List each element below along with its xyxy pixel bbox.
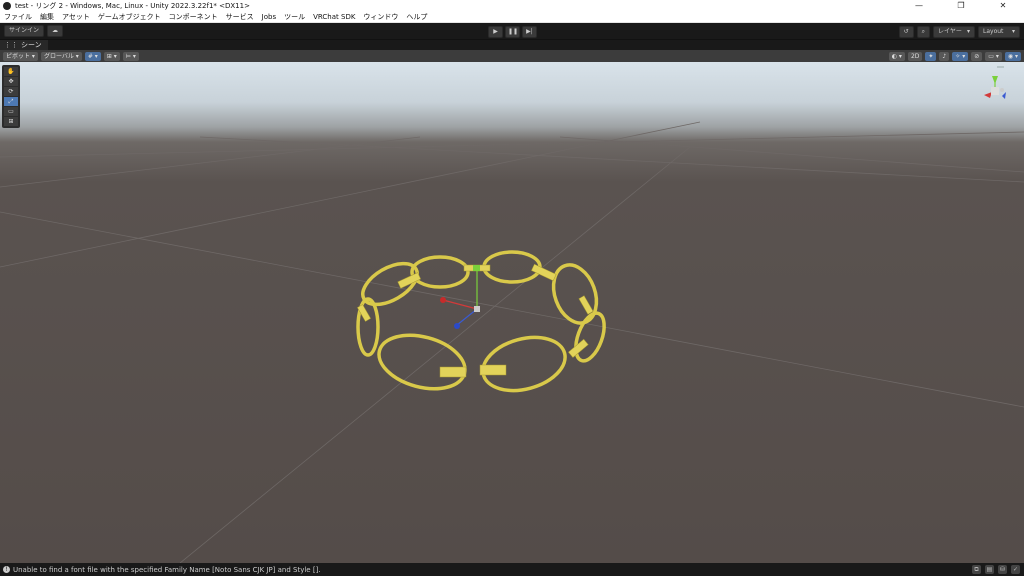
grid-snap-button[interactable]: # ▾ (84, 51, 101, 61)
menu-jobs[interactable]: Jobs (262, 13, 276, 21)
progress-icon[interactable]: ⧉ (972, 565, 981, 574)
scene-canvas[interactable] (0, 62, 1024, 563)
chevron-down-icon: ▾ (1011, 28, 1015, 35)
play-icon: ▶ (493, 28, 498, 35)
orientation-gizmo[interactable] (984, 66, 1006, 99)
window-title: test - リング 2 - Windows, Mac, Linux - Uni… (15, 2, 250, 10)
visibility-toggle[interactable]: ⊘ (971, 51, 983, 61)
scene-toolbar-right: ◐ ▾ 2D ✦ ♪ ✧ ▾ ⊘ ▭ ▾ ◉ ▾ (886, 51, 1024, 61)
menu-tools[interactable]: ツール (284, 12, 305, 22)
window-controls: — ❐ ✕ (898, 0, 1024, 12)
toggle-2d-button[interactable]: 2D (907, 51, 923, 61)
scale-icon: ⤢ (8, 98, 14, 105)
pivot-label: ピボット (6, 52, 31, 60)
move-icon: ✥ (8, 78, 14, 85)
audio-toggle[interactable]: ♪ (939, 51, 950, 61)
move-tool-button[interactable]: ✥ (4, 77, 18, 86)
play-button[interactable]: ▶ (488, 26, 503, 38)
menu-component[interactable]: コンポーネント (169, 12, 218, 22)
chain-ring-model[interactable] (356, 250, 610, 399)
scene-viewport[interactable]: ✋ ✥ ⟳ ⤢ ▭ ⊞ (0, 62, 1024, 563)
status-bar: ! Unable to find a font file with the sp… (0, 563, 1024, 576)
rotate-tool-button[interactable]: ⟳ (4, 87, 18, 96)
history-icon: ↺ (903, 28, 909, 35)
main-toolbar: サインイン ☁ ▶ ❚❚ ▶| ↺ ⌕ レイヤー ▾ Layout ▾ (0, 23, 1024, 39)
snap-icon: ⊞ (106, 52, 112, 60)
transform-icon: ⊞ (8, 118, 14, 125)
step-button[interactable]: ▶| (522, 26, 537, 38)
scene-toolbar: ピボット ▾ グローバル ▾ # ▾ ⊞ ▾ ⊨ ▾ ◐ ▾ 2D ✦ ♪ ✧ … (0, 50, 1024, 62)
status-icons: ⧉ ▤ ⛁ ✓ (968, 565, 1024, 574)
minimize-button[interactable]: — (898, 0, 940, 12)
check-icon[interactable]: ✓ (1011, 565, 1020, 574)
menu-window[interactable]: ウィンドウ (363, 12, 398, 22)
camera-dropdown[interactable]: ▭ ▾ (985, 51, 1002, 61)
scene-tools-panel: ✋ ✥ ⟳ ⤢ ▭ ⊞ (2, 65, 20, 128)
hand-tool-button[interactable]: ✋ (4, 67, 18, 76)
gizmos-icon: ◉ (1007, 52, 1014, 60)
hand-icon: ✋ (7, 68, 15, 75)
play-controls: ▶ ❚❚ ▶| (488, 26, 539, 38)
close-button[interactable]: ✕ (982, 0, 1024, 12)
global-dropdown[interactable]: グローバル ▾ (40, 51, 82, 61)
chain-bars (357, 263, 594, 378)
snap-increment-button[interactable]: ⊞ ▾ (103, 51, 120, 61)
cloud-button[interactable]: ☁ (47, 25, 64, 37)
light-bulb-icon: ✦ (928, 52, 934, 60)
scene-tab-bar: ⋮⋮ シーン (0, 39, 1024, 51)
scene-tab-label: シーン (21, 41, 42, 49)
rect-icon: ▭ (8, 108, 14, 115)
history-button[interactable]: ↺ (898, 26, 914, 38)
ruler-icon: ⊨ (125, 52, 131, 60)
gizmos-dropdown[interactable]: ◉ ▾ (1004, 51, 1021, 61)
title-bar: test - リング 2 - Windows, Mac, Linux - Uni… (0, 0, 1024, 12)
chevron-down-icon: ▾ (966, 28, 970, 35)
console-icon[interactable]: ▤ (985, 565, 994, 574)
search-button[interactable]: ⌕ (916, 26, 930, 38)
eye-off-icon: ⊘ (974, 52, 980, 60)
menu-gameobject[interactable]: ゲームオブジェクト (98, 12, 161, 22)
menu-edit[interactable]: 編集 (40, 12, 54, 22)
status-message[interactable]: Unable to find a font file with the spec… (13, 566, 321, 574)
layout-dropdown[interactable]: Layout ▾ (978, 26, 1020, 38)
warning-icon: ! (3, 566, 10, 573)
scene-icon: ⋮⋮ (4, 41, 18, 49)
layout-label: Layout (983, 28, 1004, 35)
cache-icon[interactable]: ⛁ (998, 565, 1007, 574)
search-icon: ⌕ (921, 28, 925, 35)
tab-scene[interactable]: ⋮⋮ シーン (0, 39, 48, 51)
maximize-button[interactable]: ❐ (940, 0, 982, 12)
effects-icon: ✧ (955, 52, 961, 60)
transform-tool-button[interactable]: ⊞ (4, 117, 18, 126)
global-label: グローバル (43, 52, 74, 60)
camera-icon: ▭ (988, 52, 994, 60)
effects-dropdown[interactable]: ✧ ▾ (952, 51, 969, 61)
unity-logo-icon (3, 2, 11, 10)
menu-services[interactable]: サービス (226, 12, 254, 22)
scale-tool-button[interactable]: ⤢ (4, 97, 18, 106)
shading-icon: ◐ (891, 52, 898, 60)
lighting-toggle[interactable]: ✦ (925, 51, 937, 61)
toolbar-right: ↺ ⌕ レイヤー ▾ Layout ▾ (896, 26, 1020, 38)
grid-icon: # (87, 52, 93, 60)
pivot-dropdown[interactable]: ピボット ▾ (3, 51, 38, 61)
layers-dropdown[interactable]: レイヤー ▾ (933, 26, 975, 38)
layers-label: レイヤー (938, 28, 962, 35)
menu-help[interactable]: ヘルプ (406, 12, 427, 22)
menu-bar: ファイル 編集 アセット ゲームオブジェクト コンポーネント サービス Jobs… (0, 12, 1024, 23)
cloud-icon: ☁ (52, 27, 59, 34)
signin-button[interactable]: サインイン (4, 25, 45, 37)
menu-vrchat-sdk[interactable]: VRChat SDK (313, 13, 355, 21)
pause-button[interactable]: ❚❚ (505, 26, 520, 38)
menu-assets[interactable]: アセット (62, 12, 90, 22)
pause-icon: ❚❚ (508, 28, 519, 35)
audio-icon: ♪ (942, 52, 947, 60)
menu-file[interactable]: ファイル (4, 12, 32, 22)
rotate-icon: ⟳ (8, 88, 14, 95)
step-icon: ▶| (526, 28, 533, 35)
rect-tool-button[interactable]: ▭ (4, 107, 18, 116)
ruler-button[interactable]: ⊨ ▾ (122, 51, 139, 61)
shading-mode-dropdown[interactable]: ◐ ▾ (888, 51, 905, 61)
